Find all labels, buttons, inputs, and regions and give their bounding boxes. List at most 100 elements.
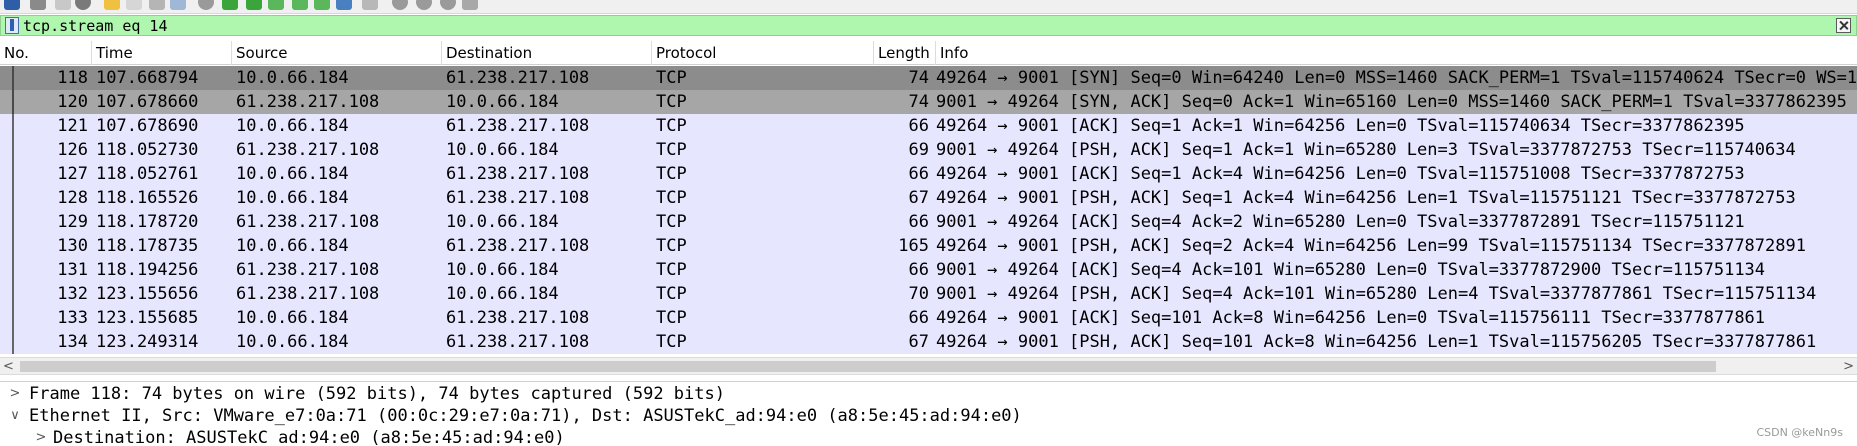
first-packet-icon[interactable]: [292, 0, 308, 10]
packet-destination: 61.238.217.108: [446, 68, 590, 88]
packet-row[interactable]: 120 107.678660 61.238.217.108 10.0.66.18…: [0, 90, 1857, 114]
packet-source: 10.0.66.184: [236, 164, 349, 184]
column-header-destination[interactable]: Destination: [442, 41, 652, 65]
packet-number: 129: [57, 212, 88, 232]
packet-list[interactable]: 118 107.668794 10.0.66.184 61.238.217.10…: [0, 66, 1857, 356]
options-icon[interactable]: [75, 0, 91, 10]
find-icon[interactable]: [198, 0, 214, 10]
packet-time: 118.178720: [96, 212, 199, 232]
go-forward-icon[interactable]: [246, 0, 262, 10]
display-filter-bar: tcp.stream eq 14: [0, 15, 1857, 36]
detail-row-destination[interactable]: > Destination: ASUSTekC_ad:94:e0 (a8:5e:…: [0, 426, 1857, 446]
packet-row[interactable]: 132 123.155656 61.238.217.108 10.0.66.18…: [0, 282, 1857, 306]
packet-protocol: TCP: [656, 68, 687, 88]
packet-time: 118.052761: [96, 164, 199, 184]
packet-source: 61.238.217.108: [236, 260, 380, 280]
packet-row[interactable]: 121 107.678690 10.0.66.184 61.238.217.10…: [0, 114, 1857, 138]
packet-protocol: TCP: [656, 332, 687, 352]
chevron-down-icon[interactable]: ∨: [8, 404, 22, 428]
packet-destination: 10.0.66.184: [446, 140, 559, 160]
packet-time: 118.194256: [96, 260, 199, 280]
packet-row[interactable]: 129 118.178720 61.238.217.108 10.0.66.18…: [0, 210, 1857, 234]
packet-source: 10.0.66.184: [236, 236, 349, 256]
zoom-out-icon[interactable]: [416, 0, 432, 10]
packet-protocol: TCP: [656, 164, 687, 184]
packet-row[interactable]: 130 118.178735 10.0.66.184 61.238.217.10…: [0, 234, 1857, 258]
column-header-protocol[interactable]: Protocol: [652, 41, 874, 65]
packet-time: 118.165526: [96, 188, 199, 208]
detail-text: Destination: ASUSTekC_ad:94:e0 (a8:5e:45…: [53, 428, 565, 446]
packet-protocol: TCP: [656, 284, 687, 304]
packet-row[interactable]: 131 118.194256 61.238.217.108 10.0.66.18…: [0, 258, 1857, 282]
restart-icon[interactable]: [55, 0, 71, 10]
main-toolbar: [0, 0, 1857, 14]
go-to-packet-icon[interactable]: [268, 0, 284, 10]
packet-list-header: No. Time Source Destination Protocol Len…: [0, 41, 1857, 65]
zoom-in-icon[interactable]: [392, 0, 408, 10]
column-header-length[interactable]: Length: [874, 41, 936, 65]
last-packet-icon[interactable]: [314, 0, 330, 10]
packet-info: 9001 → 49264 [PSH, ACK] Seq=1 Ack=1 Win=…: [936, 140, 1796, 160]
packet-length: 66: [908, 116, 929, 136]
packet-number: 118: [57, 68, 88, 88]
scrollbar-thumb[interactable]: [20, 361, 1716, 372]
detail-row-frame[interactable]: > Frame 118: 74 bytes on wire (592 bits)…: [0, 382, 1857, 406]
scroll-left-icon[interactable]: <: [3, 359, 17, 374]
autoscroll-icon[interactable]: [336, 0, 352, 10]
packet-info: 49264 → 9001 [ACK] Seq=1 Ack=1 Win=64256…: [936, 116, 1745, 136]
packet-time: 107.678660: [96, 92, 199, 112]
resize-columns-icon[interactable]: [462, 0, 478, 10]
horizontal-scrollbar[interactable]: < >: [0, 357, 1857, 375]
packet-destination: 61.238.217.108: [446, 308, 590, 328]
column-header-info[interactable]: Info: [936, 41, 1857, 65]
packet-row[interactable]: 134 123.249314 10.0.66.184 61.238.217.10…: [0, 330, 1857, 354]
chevron-right-icon[interactable]: >: [34, 426, 48, 446]
packet-source: 61.238.217.108: [236, 284, 380, 304]
column-header-no[interactable]: No.: [0, 41, 92, 65]
packet-details-pane: > Frame 118: 74 bytes on wire (592 bits)…: [0, 381, 1857, 446]
packet-number: 133: [57, 308, 88, 328]
shark-fin-icon[interactable]: [4, 0, 20, 10]
close-file-icon[interactable]: [149, 0, 165, 10]
packet-time: 123.249314: [96, 332, 199, 352]
packet-destination: 61.238.217.108: [446, 188, 590, 208]
column-header-source[interactable]: Source: [232, 41, 442, 65]
colorize-icon[interactable]: [362, 0, 378, 10]
packet-row[interactable]: 128 118.165526 10.0.66.184 61.238.217.10…: [0, 186, 1857, 210]
scroll-right-icon[interactable]: >: [1840, 359, 1854, 374]
packet-protocol: TCP: [656, 116, 687, 136]
stop-icon[interactable]: [30, 0, 46, 10]
bookmark-icon[interactable]: [5, 17, 19, 34]
packet-info: 49264 → 9001 [ACK] Seq=1 Ack=4 Win=64256…: [936, 164, 1745, 184]
column-header-time[interactable]: Time: [92, 41, 232, 65]
open-file-icon[interactable]: [104, 0, 120, 10]
packet-info: 49264 → 9001 [PSH, ACK] Seq=1 Ack=4 Win=…: [936, 188, 1796, 208]
packet-time: 118.052730: [96, 140, 199, 160]
packet-length: 66: [908, 164, 929, 184]
packet-length: 70: [908, 284, 929, 304]
packet-length: 67: [908, 332, 929, 352]
packet-number: 128: [57, 188, 88, 208]
save-file-icon[interactable]: [126, 0, 142, 10]
normal-size-icon[interactable]: [440, 0, 456, 10]
packet-protocol: TCP: [656, 92, 687, 112]
detail-row-ethernet[interactable]: ∨ Ethernet II, Src: VMware_e7:0a:71 (00:…: [0, 404, 1857, 428]
packet-row[interactable]: 126 118.052730 61.238.217.108 10.0.66.18…: [0, 138, 1857, 162]
packet-row[interactable]: 127 118.052761 10.0.66.184 61.238.217.10…: [0, 162, 1857, 186]
packet-destination: 61.238.217.108: [446, 332, 590, 352]
clear-filter-icon[interactable]: [1836, 18, 1851, 33]
packet-number: 127: [57, 164, 88, 184]
packet-number: 132: [57, 284, 88, 304]
packet-row[interactable]: 118 107.668794 10.0.66.184 61.238.217.10…: [0, 66, 1857, 90]
packet-info: 49264 → 9001 [ACK] Seq=101 Ack=8 Win=642…: [936, 308, 1766, 328]
reload-icon[interactable]: [170, 0, 186, 10]
go-back-icon[interactable]: [222, 0, 238, 10]
display-filter-input[interactable]: tcp.stream eq 14: [23, 17, 168, 35]
packet-row[interactable]: 133 123.155685 10.0.66.184 61.238.217.10…: [0, 306, 1857, 330]
packet-destination: 10.0.66.184: [446, 212, 559, 232]
packet-info: 9001 → 49264 [ACK] Seq=4 Ack=101 Win=652…: [936, 260, 1766, 280]
packet-protocol: TCP: [656, 212, 687, 232]
detail-text: Ethernet II, Src: VMware_e7:0a:71 (00:0c…: [29, 406, 1022, 426]
chevron-right-icon[interactable]: >: [8, 382, 22, 406]
packet-length: 74: [908, 92, 929, 112]
